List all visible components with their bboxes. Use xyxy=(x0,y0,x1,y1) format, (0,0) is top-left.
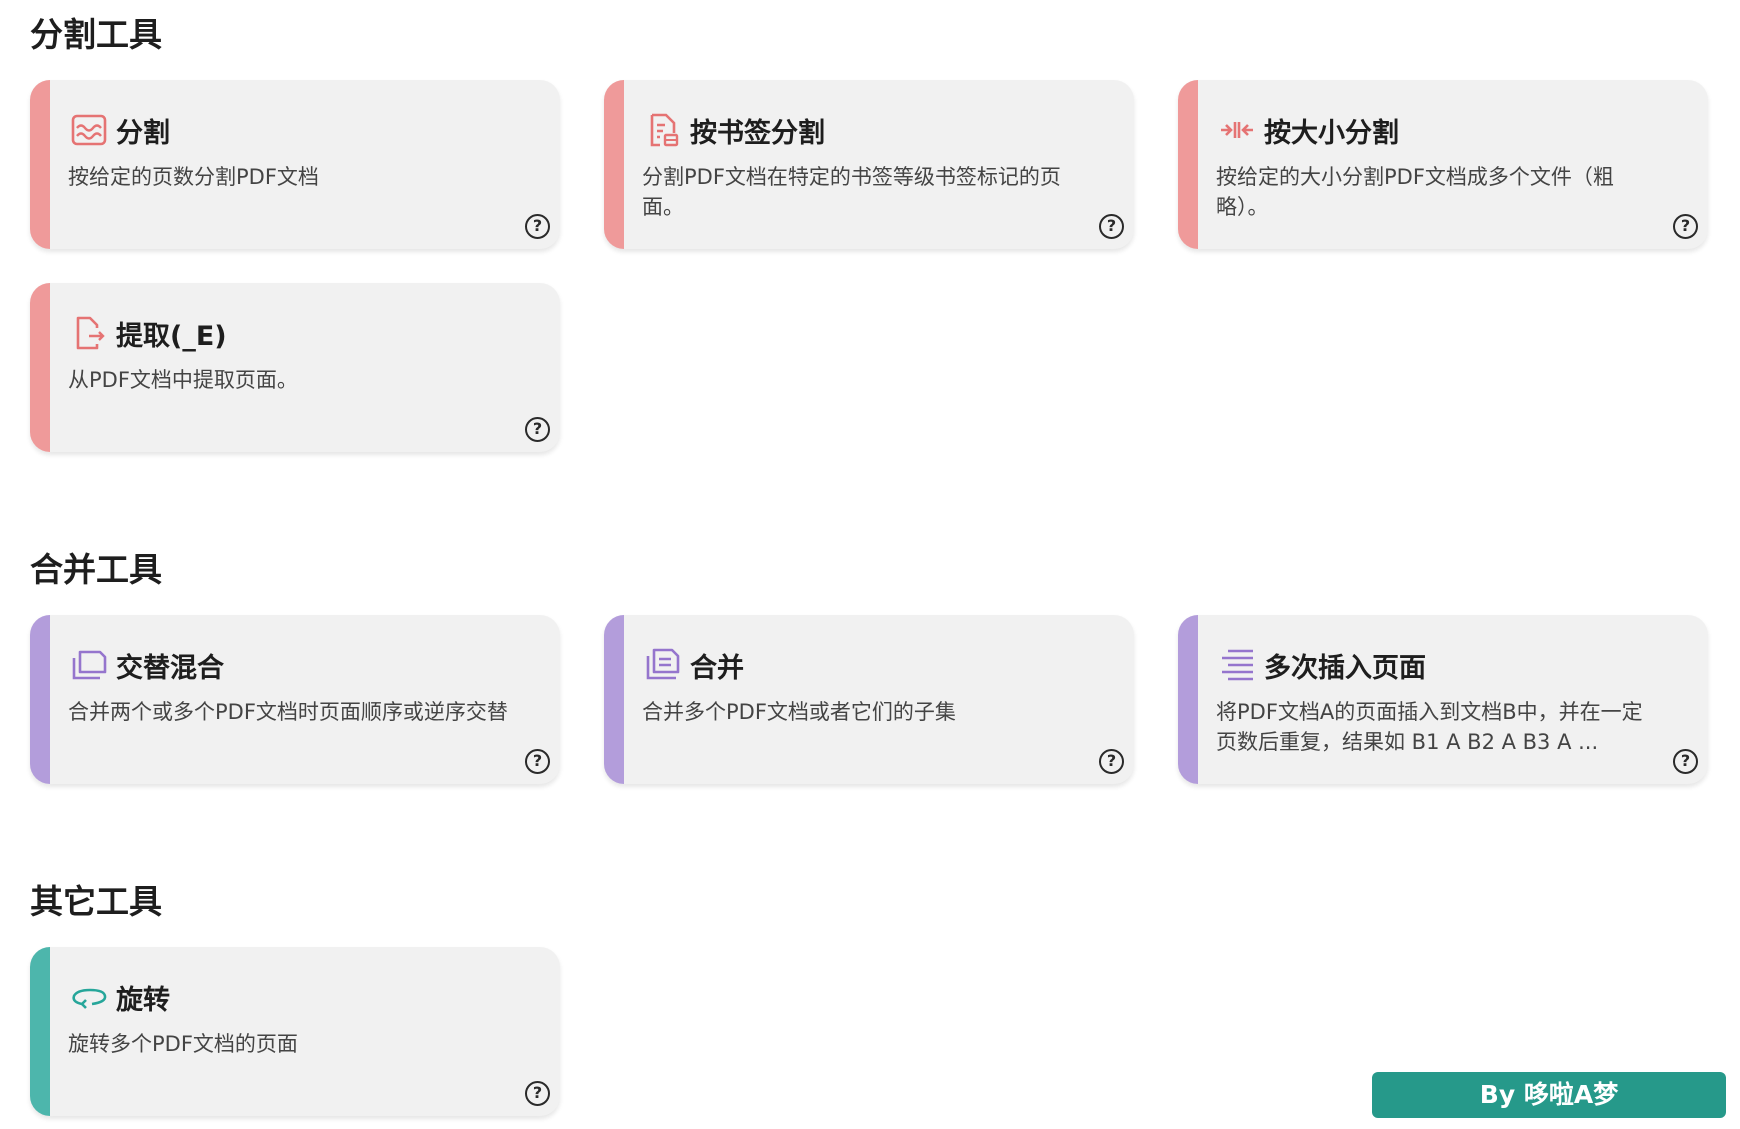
card-accent-bar xyxy=(30,947,50,1116)
section-title-merge: 合并工具 xyxy=(30,550,162,589)
card-accent-bar xyxy=(1178,615,1198,784)
card-title: 多次插入页面 xyxy=(1264,652,1426,684)
card-title: 按大小分割 xyxy=(1264,117,1399,149)
card-description: 按给定的页数分割PDF文档 xyxy=(68,165,319,189)
alternate-pages-icon xyxy=(70,646,108,684)
card-title: 按书签分割 xyxy=(690,117,825,149)
rotate-icon xyxy=(70,978,108,1016)
card-description: 合并多个PDF文档或者它们的子集 xyxy=(642,700,956,724)
arrows-inward-icon xyxy=(1218,111,1256,149)
card-multi-insert[interactable]: 多次插入页面 将PDF文档A的页面插入到文档B中，并在一定页数后重复，结果如 B… xyxy=(1178,615,1708,784)
section-title-other: 其它工具 xyxy=(30,882,162,921)
help-icon[interactable]: ? xyxy=(525,214,550,239)
card-accent-bar xyxy=(604,80,624,249)
card-merge[interactable]: 合并 合并多个PDF文档或者它们的子集 ? xyxy=(604,615,1134,784)
wave-split-icon xyxy=(70,111,108,149)
card-accent-bar xyxy=(30,615,50,784)
card-title: 交替混合 xyxy=(116,652,224,684)
card-description: 旋转多个PDF文档的页面 xyxy=(68,1032,298,1056)
help-icon[interactable]: ? xyxy=(1673,749,1698,774)
card-extract[interactable]: 提取(_E) 从PDF文档中提取页面。 ? xyxy=(30,283,560,452)
card-title: 合并 xyxy=(690,652,744,684)
merge-pages-icon xyxy=(644,646,682,684)
card-accent-bar xyxy=(30,80,50,249)
insert-lines-icon xyxy=(1218,646,1256,684)
tools-page: 分割工具 分割 按给定的页数分割PDF文档 ? 按书签分割 分割PDF文档在特定… xyxy=(0,0,1740,1129)
help-icon[interactable]: ? xyxy=(525,417,550,442)
card-description: 按给定的大小分割PDF文档成多个文件（粗略）。 xyxy=(1216,165,1614,219)
section-title-split: 分割工具 xyxy=(30,15,162,54)
help-icon[interactable]: ? xyxy=(525,1081,550,1106)
help-icon[interactable]: ? xyxy=(525,749,550,774)
card-split-by-bookmark[interactable]: 按书签分割 分割PDF文档在特定的书签等级书签标记的页面。 ? xyxy=(604,80,1134,249)
card-accent-bar xyxy=(30,283,50,452)
credit-badge: By 哆啦A梦 xyxy=(1372,1072,1726,1118)
card-description: 合并两个或多个PDF文档时页面顺序或逆序交替 xyxy=(68,700,508,724)
document-export-icon xyxy=(70,314,108,352)
help-icon[interactable]: ? xyxy=(1099,749,1124,774)
card-rotate[interactable]: 旋转 旋转多个PDF文档的页面 ? xyxy=(30,947,560,1116)
card-title: 分割 xyxy=(116,117,170,149)
help-icon[interactable]: ? xyxy=(1099,214,1124,239)
card-accent-bar xyxy=(1178,80,1198,249)
card-description: 分割PDF文档在特定的书签等级书签标记的页面。 xyxy=(642,165,1061,219)
card-split-by-size[interactable]: 按大小分割 按给定的大小分割PDF文档成多个文件（粗略）。 ? xyxy=(1178,80,1708,249)
card-title: 旋转 xyxy=(116,984,170,1016)
card-alternate-mix[interactable]: 交替混合 合并两个或多个PDF文档时页面顺序或逆序交替 ? xyxy=(30,615,560,784)
card-accent-bar xyxy=(604,615,624,784)
card-split[interactable]: 分割 按给定的页数分割PDF文档 ? xyxy=(30,80,560,249)
help-icon[interactable]: ? xyxy=(1673,214,1698,239)
card-description: 将PDF文档A的页面插入到文档B中，并在一定页数后重复，结果如 B1 A B2 … xyxy=(1216,700,1643,754)
card-description: 从PDF文档中提取页面。 xyxy=(68,368,298,392)
document-bookmark-icon xyxy=(644,111,682,149)
card-title: 提取(_E) xyxy=(116,320,227,352)
